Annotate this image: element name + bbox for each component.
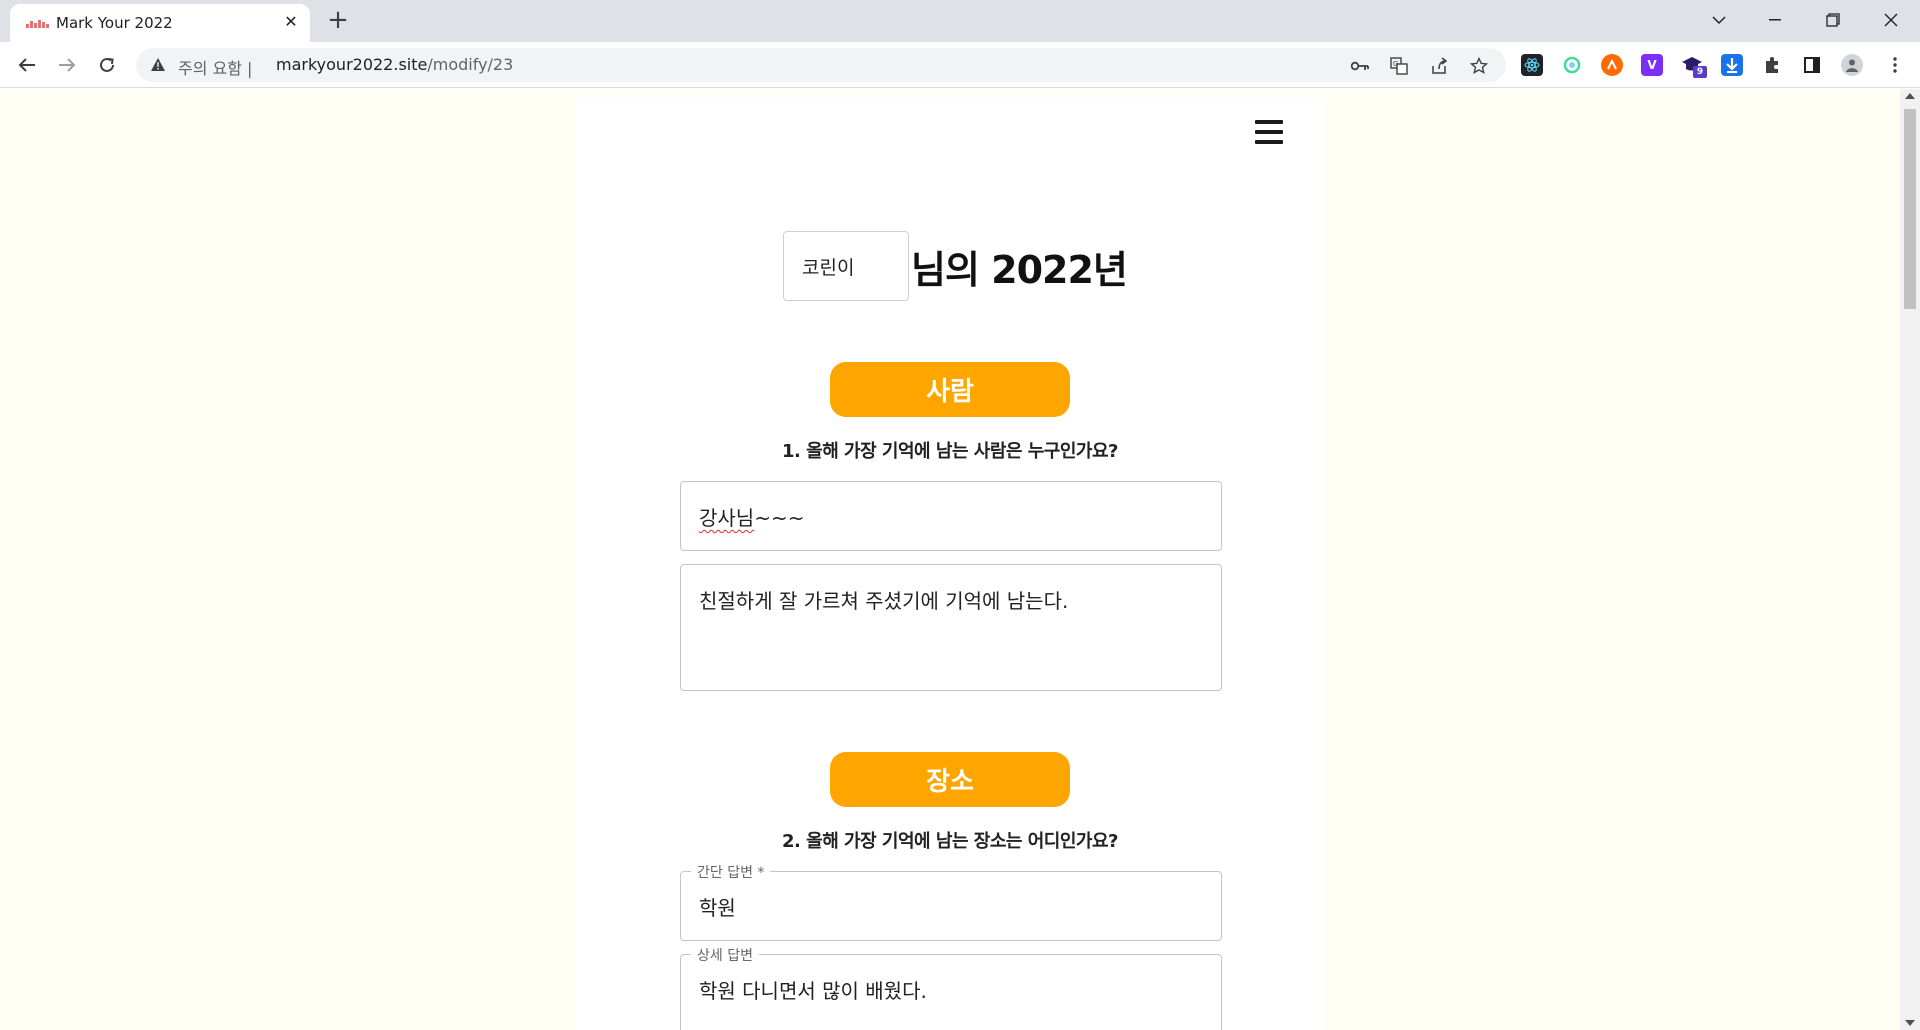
tab-active[interactable]: Mark Your 2022 ✕ (10, 4, 310, 42)
chevron-down-icon (1712, 16, 1726, 25)
minimize-icon (1769, 19, 1781, 21)
tab-title: Mark Your 2022 (56, 14, 173, 32)
place-detail-answer-textarea[interactable]: 상세 답변 학원 다니면서 많이 배웠다. (680, 945, 1222, 1030)
vertical-scrollbar[interactable] (1900, 89, 1920, 1030)
profile-avatar-icon[interactable] (1841, 54, 1863, 76)
orange-extension-icon[interactable] (1601, 54, 1623, 76)
place-short-answer-input[interactable]: 간단 답변 * 학원 (680, 862, 1222, 941)
arrow-right-icon (59, 58, 76, 72)
person-short-answer-input[interactable]: 강사님~~~ (680, 481, 1222, 551)
warning-icon (151, 58, 165, 71)
close-icon (1884, 13, 1898, 27)
reload-button[interactable] (92, 50, 122, 80)
new-tab-button[interactable]: + (323, 6, 353, 36)
side-panel-icon[interactable] (1801, 54, 1823, 76)
close-window-button[interactable] (1868, 4, 1914, 36)
site-favicon-icon (26, 18, 50, 28)
section-pill-place: 장소 (830, 752, 1070, 807)
question-2: 2. 올해 가장 기억에 남는 장소는 어디인가요? (782, 831, 1118, 852)
url-text: markyour2022.site/modify/23 (276, 55, 513, 74)
reload-icon (100, 57, 114, 72)
page-title: 코린이 님의 2022년 (783, 231, 1128, 301)
security-status[interactable]: 주의 요함 | (178, 55, 252, 79)
form-card: 코린이 님의 2022년 사람 1. 올해 가장 기억에 남는 사람은 누구인가… (575, 98, 1325, 1030)
restore-icon (1826, 13, 1840, 27)
back-button[interactable] (12, 50, 42, 80)
url-host: markyour2022.site (276, 55, 428, 74)
extension-badge: 9 (1693, 66, 1707, 78)
tab-close-icon[interactable]: ✕ (280, 11, 302, 33)
svg-text:G: G (1393, 60, 1398, 68)
detail-answer-label: 상세 답변 (691, 945, 759, 965)
tab-search-button[interactable] (1696, 4, 1742, 36)
minimize-button[interactable] (1752, 4, 1798, 36)
place-detail-answer-value: 학원 다니면서 많이 배웠다. (699, 979, 927, 1003)
v-extension-icon[interactable]: V (1641, 54, 1663, 76)
tab-strip: Mark Your 2022 ✕ + (0, 0, 1920, 42)
color-picker-extension-icon[interactable] (1561, 54, 1583, 76)
browser-toolbar: 주의 요함 | markyour2022.site/modify/23 G V … (0, 42, 1920, 88)
title-suffix: 님의 2022년 (911, 247, 1128, 292)
download-extension-icon[interactable] (1721, 54, 1743, 76)
scroll-down-icon[interactable] (1905, 1020, 1915, 1026)
url-path: /modify/23 (427, 55, 514, 74)
bookmark-star-icon[interactable] (1468, 55, 1490, 77)
place-short-answer-value: 학원 (699, 896, 736, 920)
nickname-input[interactable]: 코린이 (783, 231, 909, 301)
scroll-up-icon[interactable] (1905, 93, 1915, 99)
arrow-left-icon (18, 58, 35, 72)
scrollbar-thumb[interactable] (1904, 109, 1916, 309)
page-viewport: 코린이 님의 2022년 사람 1. 올해 가장 기억에 남는 사람은 누구인가… (0, 89, 1900, 1030)
person-detail-answer-textarea[interactable]: 친절하게 잘 가르쳐 주셨기에 기억에 남는다. (680, 564, 1222, 691)
password-key-icon[interactable] (1349, 55, 1371, 77)
person-detail-answer-value: 친절하게 잘 가르쳐 주셨기에 기억에 남는다. (699, 589, 1069, 613)
extensions-puzzle-icon[interactable] (1761, 54, 1783, 76)
react-devtools-extension-icon[interactable] (1521, 54, 1543, 76)
short-answer-label: 간단 답변 * (691, 862, 771, 882)
forward-button[interactable] (52, 50, 82, 80)
section-pill-person: 사람 (830, 362, 1070, 417)
hamburger-menu-icon[interactable] (1255, 120, 1285, 146)
translate-icon[interactable]: G (1388, 55, 1410, 77)
person-short-answer-value: 강사님~~~ (699, 506, 805, 530)
question-1: 1. 올해 가장 기억에 남는 사람은 누구인가요? (782, 441, 1118, 462)
restore-button[interactable] (1810, 4, 1856, 36)
share-icon[interactable] (1428, 55, 1450, 77)
graduation-cap-extension-icon[interactable]: 9 (1681, 54, 1707, 78)
menu-dots-icon[interactable] (1884, 54, 1906, 76)
address-bar[interactable]: 주의 요함 | markyour2022.site/modify/23 G (136, 48, 1506, 82)
